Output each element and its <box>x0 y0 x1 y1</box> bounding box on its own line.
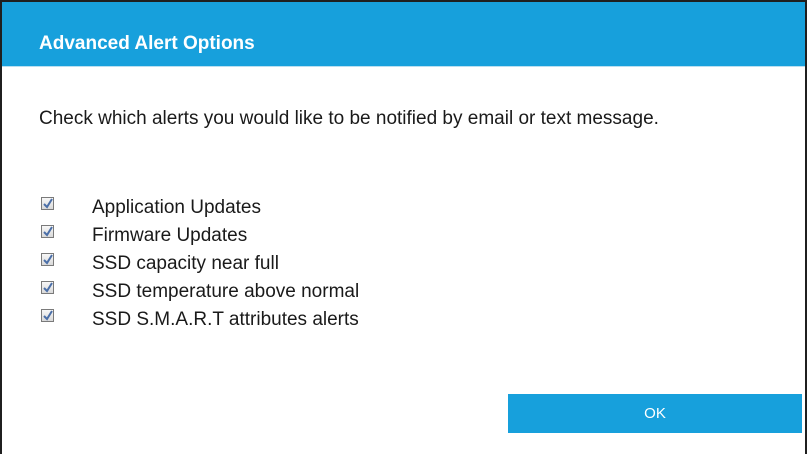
dialog-titlebar: Advanced Alert Options <box>2 2 805 67</box>
firmware-updates-label: Firmware Updates <box>92 225 248 246</box>
application-updates-checkbox[interactable] <box>41 197 54 210</box>
instruction-text: Check which alerts you would like to be … <box>39 108 659 129</box>
dialog-title: Advanced Alert Options <box>39 33 255 54</box>
alert-item-ssd-temperature[interactable]: SSD temperature above normal <box>39 278 759 306</box>
ssd-smart-checkbox[interactable] <box>41 309 54 322</box>
ok-button[interactable]: OK <box>508 394 802 433</box>
checkmark-icon <box>43 254 53 265</box>
checkmark-icon <box>43 310 53 321</box>
ssd-capacity-checkbox[interactable] <box>41 253 54 266</box>
checkmark-icon <box>43 226 53 237</box>
ssd-smart-label: SSD S.M.A.R.T attributes alerts <box>92 309 359 330</box>
ssd-temperature-checkbox[interactable] <box>41 281 54 294</box>
checkmark-icon <box>43 198 53 209</box>
alert-checkbox-list: Application Updates Firmware Updates SSD… <box>39 194 759 334</box>
advanced-alert-options-dialog: Advanced Alert Options Check which alert… <box>0 0 807 454</box>
alert-item-firmware-updates[interactable]: Firmware Updates <box>39 222 759 250</box>
alert-item-ssd-smart[interactable]: SSD S.M.A.R.T attributes alerts <box>39 306 759 334</box>
alert-item-ssd-capacity[interactable]: SSD capacity near full <box>39 250 759 278</box>
alert-item-application-updates[interactable]: Application Updates <box>39 194 759 222</box>
application-updates-label: Application Updates <box>92 197 261 218</box>
ssd-capacity-label: SSD capacity near full <box>92 253 279 274</box>
checkmark-icon <box>43 282 53 293</box>
firmware-updates-checkbox[interactable] <box>41 225 54 238</box>
ssd-temperature-label: SSD temperature above normal <box>92 281 360 302</box>
